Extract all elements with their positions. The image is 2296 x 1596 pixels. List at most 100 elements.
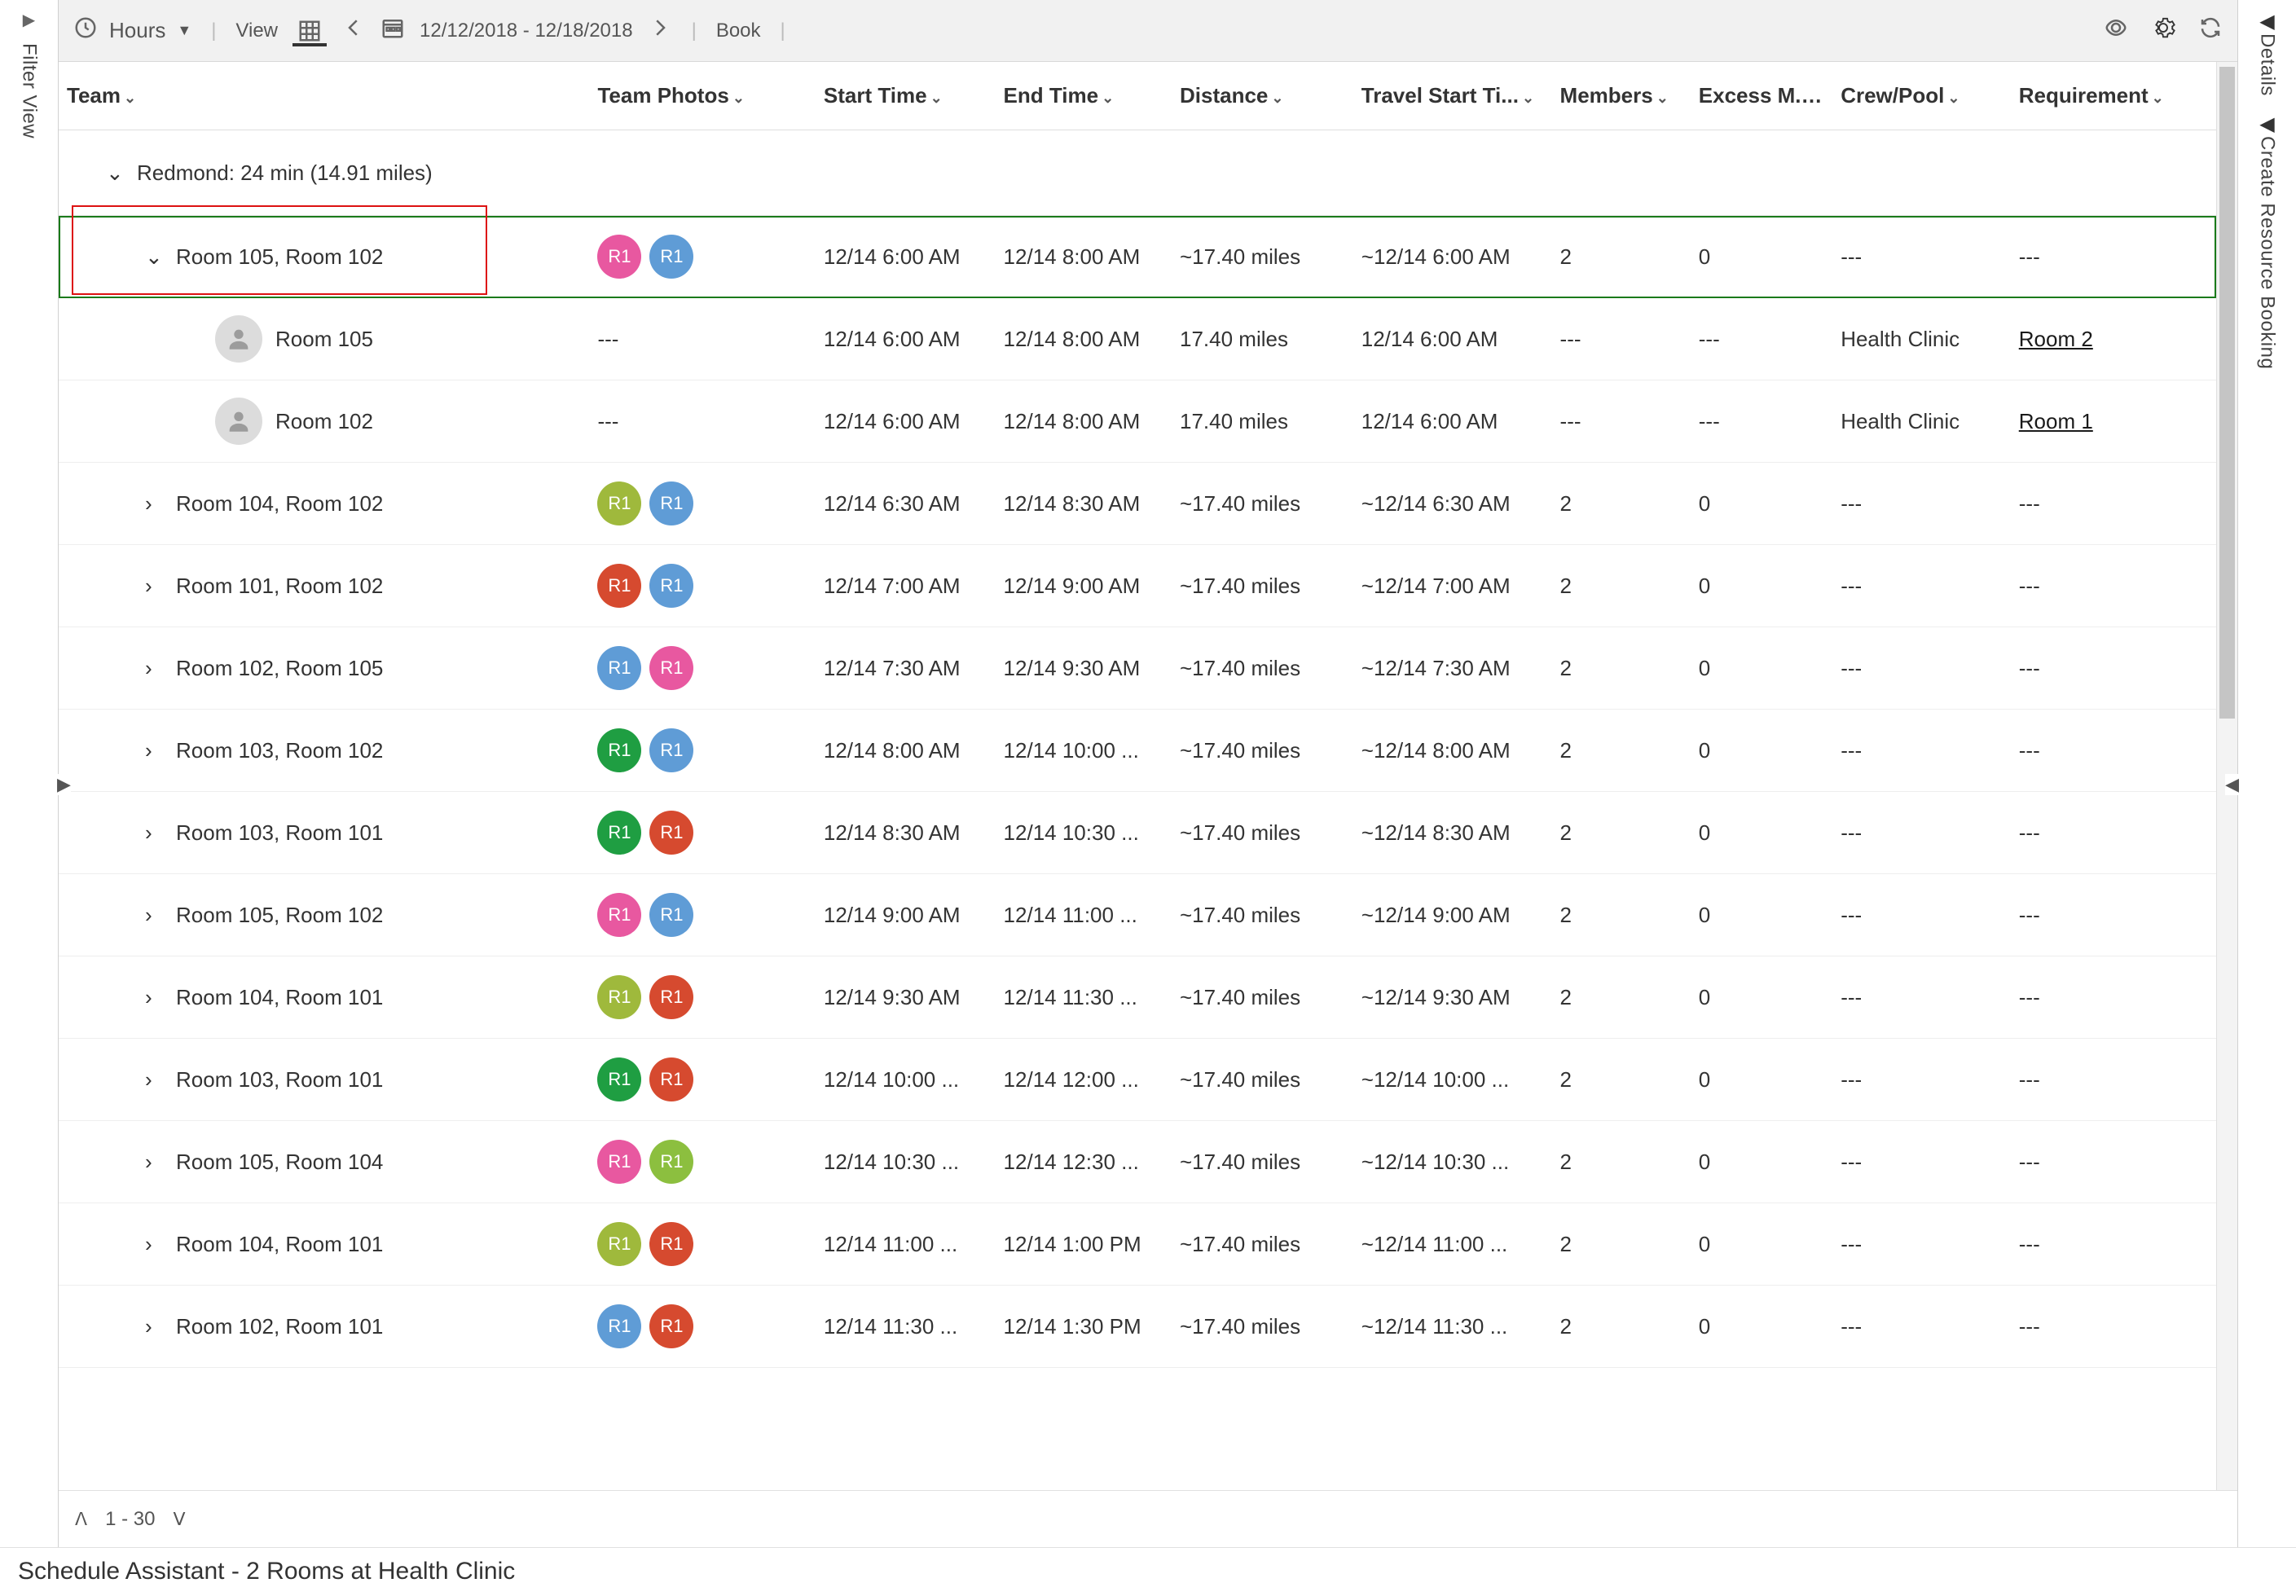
chevron-right-icon[interactable]: › <box>145 1067 163 1093</box>
col-excess[interactable]: Excess M...⌄ <box>1691 62 1832 130</box>
team-name: Room 102, Room 105 <box>176 656 383 681</box>
grid-view-button[interactable] <box>292 15 327 46</box>
cell-end-time: 12/14 1:00 PM <box>996 1203 1172 1286</box>
pager-next-button[interactable]: ᐯ <box>173 1509 185 1530</box>
cell-requirement[interactable]: Room 2 <box>2011 298 2216 380</box>
date-picker-button[interactable] <box>380 15 405 46</box>
expand-left-icon[interactable]: ▶ <box>23 10 35 30</box>
table-row[interactable]: ›Room 103, Room 102R1R112/14 8:00 AM12/1… <box>59 710 2216 792</box>
group-header-row[interactable]: ⌄ Redmond: 24 min (14.91 miles) <box>59 130 2216 216</box>
cell-crew-pool: --- <box>1832 1039 2011 1121</box>
cell-members: 2 <box>1552 545 1691 627</box>
cell-distance: ~17.40 miles <box>1172 1286 1353 1368</box>
cell-team-photos: --- <box>589 380 815 463</box>
avatar: R1 <box>649 728 693 772</box>
cell-crew-pool: --- <box>1832 874 2011 956</box>
table-row[interactable]: ›Room 104, Room 102R1R112/14 6:30 AM12/1… <box>59 463 2216 545</box>
cell-distance: ~17.40 miles <box>1172 1203 1353 1286</box>
create-resource-booking-tab[interactable]: Create Resource Booking <box>2256 136 2279 369</box>
table-row[interactable]: Room 105---12/14 6:00 AM12/14 8:00 AM17.… <box>59 298 2216 380</box>
col-travel-start[interactable]: Travel Start Ti...⌄ <box>1353 62 1552 130</box>
settings-button[interactable] <box>2151 15 2175 46</box>
table-row[interactable]: ›Room 101, Room 102R1R112/14 7:00 AM12/1… <box>59 545 2216 627</box>
table-row[interactable]: ›Room 103, Room 101R1R112/14 10:00 ...12… <box>59 1039 2216 1121</box>
details-tab[interactable]: Details <box>2256 33 2279 96</box>
cell-start-time: 12/14 7:30 AM <box>816 627 996 710</box>
cell-travel-start: ~12/14 8:30 AM <box>1353 792 1552 874</box>
cell-end-time: 12/14 11:00 ... <box>996 874 1172 956</box>
chevron-right-icon[interactable]: › <box>145 820 163 846</box>
col-team-photos[interactable]: Team Photos⌄ <box>589 62 815 130</box>
cell-excess: 0 <box>1691 1121 1832 1203</box>
cell-travel-start: ~12/14 7:00 AM <box>1353 545 1552 627</box>
table-row[interactable]: ›Room 103, Room 101R1R112/14 8:30 AM12/1… <box>59 792 2216 874</box>
cell-travel-start: 12/14 6:00 AM <box>1353 298 1552 380</box>
chevron-right-icon[interactable]: › <box>145 1150 163 1175</box>
cell-members: --- <box>1552 298 1691 380</box>
book-button[interactable]: Book <box>716 20 761 42</box>
cell-crew-pool: --- <box>1832 545 2011 627</box>
table-row[interactable]: ›Room 102, Room 101R1R112/14 11:30 ...12… <box>59 1286 2216 1368</box>
cell-start-time: 12/14 11:00 ... <box>816 1203 996 1286</box>
requirement-link[interactable]: Room 2 <box>2019 327 2093 351</box>
chevron-right-icon[interactable]: › <box>145 985 163 1010</box>
cell-end-time: 12/14 11:30 ... <box>996 956 1172 1039</box>
visibility-button[interactable] <box>2104 15 2128 46</box>
person-icon <box>215 315 262 363</box>
cell-distance: ~17.40 miles <box>1172 216 1353 298</box>
chevron-down-icon: ⌄ <box>1944 90 1960 106</box>
table-row[interactable]: ⌄Room 105, Room 102R1R112/14 6:00 AM12/1… <box>59 216 2216 298</box>
refresh-button[interactable] <box>2198 15 2223 46</box>
pager-prev-button[interactable]: ᐱ <box>75 1509 87 1530</box>
cell-start-time: 12/14 6:00 AM <box>816 216 996 298</box>
cell-requirement: --- <box>2011 463 2216 545</box>
chevron-right-icon[interactable]: › <box>145 903 163 928</box>
cell-travel-start: ~12/14 9:30 AM <box>1353 956 1552 1039</box>
requirement-link[interactable]: Room 1 <box>2019 409 2093 433</box>
chevron-right-icon[interactable]: › <box>145 574 163 599</box>
table-row[interactable]: ›Room 104, Room 101R1R112/14 11:00 ...12… <box>59 1203 2216 1286</box>
cell-members: 2 <box>1552 874 1691 956</box>
col-end-time[interactable]: End Time⌄ <box>996 62 1172 130</box>
col-crew-pool[interactable]: Crew/Pool⌄ <box>1832 62 2011 130</box>
cell-distance: ~17.40 miles <box>1172 627 1353 710</box>
expand-right-icon[interactable]: ◀ <box>2259 112 2274 136</box>
avatar: R1 <box>597 728 641 772</box>
cell-requirement[interactable]: Room 1 <box>2011 380 2216 463</box>
cell-distance: ~17.40 miles <box>1172 1039 1353 1121</box>
chevron-right-icon[interactable]: › <box>145 656 163 681</box>
scrollbar-thumb[interactable] <box>2219 67 2235 719</box>
chevron-right-icon[interactable]: › <box>145 738 163 763</box>
expand-right-icon[interactable]: ◀ <box>2259 10 2274 33</box>
chevron-down-icon: ⌄ <box>927 90 943 106</box>
table-row[interactable]: Room 102---12/14 6:00 AM12/14 8:00 AM17.… <box>59 380 2216 463</box>
chevron-down-icon: ⌄ <box>1098 90 1114 106</box>
cell-members: 2 <box>1552 792 1691 874</box>
cell-requirement: --- <box>2011 710 2216 792</box>
prev-period-button[interactable] <box>341 15 366 46</box>
table-row[interactable]: ›Room 105, Room 102R1R112/14 9:00 AM12/1… <box>59 874 2216 956</box>
chevron-right-icon[interactable]: › <box>145 491 163 517</box>
cell-members: --- <box>1552 380 1691 463</box>
cell-end-time: 12/14 10:00 ... <box>996 710 1172 792</box>
col-members[interactable]: Members⌄ <box>1552 62 1691 130</box>
cell-distance: 17.40 miles <box>1172 298 1353 380</box>
next-period-button[interactable] <box>648 15 672 46</box>
col-requirement[interactable]: Requirement⌄ <box>2011 62 2216 130</box>
table-row[interactable]: ›Room 105, Room 104R1R112/14 10:30 ...12… <box>59 1121 2216 1203</box>
cell-start-time: 12/14 8:00 AM <box>816 710 996 792</box>
chevron-right-icon[interactable]: › <box>145 1232 163 1257</box>
table-row[interactable]: ›Room 102, Room 105R1R112/14 7:30 AM12/1… <box>59 627 2216 710</box>
table-row[interactable]: ›Room 104, Room 101R1R112/14 9:30 AM12/1… <box>59 956 2216 1039</box>
expand-panel-left-icon[interactable]: ▶ <box>57 774 71 795</box>
chevron-down-icon[interactable]: ⌄ <box>145 244 163 270</box>
filter-view-tab[interactable]: Filter View <box>18 43 41 138</box>
col-distance[interactable]: Distance⌄ <box>1172 62 1353 130</box>
team-name: Room 101, Room 102 <box>176 574 383 599</box>
cell-start-time: 12/14 9:30 AM <box>816 956 996 1039</box>
expand-panel-right-icon[interactable]: ◀ <box>2225 774 2239 795</box>
time-scale-selector[interactable]: Hours ▼ <box>73 15 191 46</box>
chevron-right-icon[interactable]: › <box>145 1314 163 1339</box>
col-start-time[interactable]: Start Time⌄ <box>816 62 996 130</box>
col-team[interactable]: Team⌄ <box>59 62 589 130</box>
